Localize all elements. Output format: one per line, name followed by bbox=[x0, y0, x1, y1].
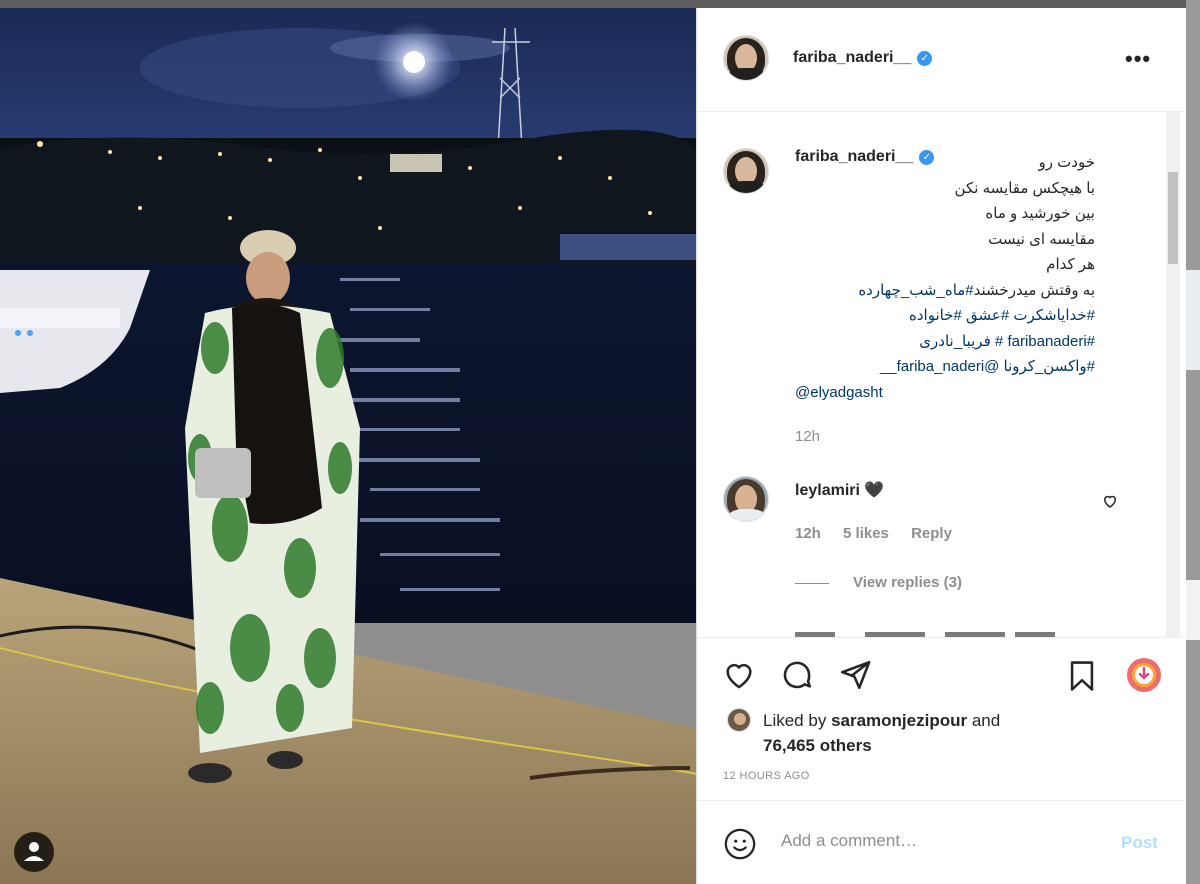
background-panel bbox=[1186, 270, 1200, 370]
post-comment-button[interactable]: Post bbox=[1121, 833, 1158, 853]
comment: leylamiri 🖤 bbox=[795, 480, 884, 500]
caption-author-avatar[interactable] bbox=[723, 148, 769, 194]
paper-plane-icon[interactable] bbox=[837, 658, 873, 692]
caption-line: با هیچکس مقایسه نکن bbox=[954, 179, 1095, 197]
add-comment-bar: Post bbox=[697, 800, 1187, 884]
hashtag-line[interactable]: #واکسن_کرونا @fariba_naderi__ bbox=[795, 354, 1095, 380]
likes-summary: Liked by saramonjezipour and 76,465 othe… bbox=[763, 708, 1083, 758]
instagram-post-window: fariba_naderi__ ✓ ••• fariba_naderi__ ✓ خو… bbox=[0, 0, 1200, 884]
commenter-avatar[interactable] bbox=[723, 476, 769, 522]
hashtag-link[interactable]: #ماه_شب_چهارده bbox=[858, 282, 973, 299]
hashtag-line[interactable]: #faribanaderi # فریبا_نادری bbox=[795, 329, 1095, 355]
caption-line: هر کدام bbox=[1046, 256, 1095, 273]
post-caption: خودت رو با هیچکس مقایسه نکن بین خورشید و… bbox=[795, 150, 1095, 405]
post-header: fariba_naderi__ ✓ ••• bbox=[697, 8, 1187, 112]
post-photo[interactable] bbox=[0, 8, 696, 884]
liker-avatar[interactable] bbox=[727, 708, 751, 732]
comment-icon[interactable] bbox=[779, 658, 815, 692]
mention-line[interactable]: @elyadgasht bbox=[795, 380, 1095, 406]
hashtag-line[interactable]: #خدایاشکرت #عشق #خانواده bbox=[795, 303, 1095, 329]
comment-text: 🖤 bbox=[864, 482, 885, 499]
reply-button[interactable]: Reply bbox=[911, 525, 952, 542]
caption-text: به وقتش میدرخشند bbox=[973, 281, 1095, 299]
caption-line: بین خورشید و ماه bbox=[985, 205, 1095, 222]
comments-scrollbar[interactable] bbox=[1166, 112, 1180, 637]
caption-line: خودت رو bbox=[1038, 154, 1095, 171]
download-extension-icon[interactable] bbox=[1125, 656, 1163, 694]
author-username[interactable]: fariba_naderi__ ✓ bbox=[793, 49, 933, 67]
scrollbar-thumb[interactable] bbox=[1168, 172, 1178, 264]
heart-icon[interactable] bbox=[721, 658, 757, 692]
view-replies-line bbox=[795, 583, 829, 584]
comment-likes[interactable]: 5 likes bbox=[843, 525, 889, 542]
smiley-icon[interactable] bbox=[723, 827, 757, 861]
caption-line: مقایسه ای نیست bbox=[988, 230, 1095, 248]
post-timestamp[interactable]: 12 HOURS AGO bbox=[723, 770, 810, 782]
background-strip-right bbox=[1186, 0, 1200, 884]
author-avatar[interactable] bbox=[723, 35, 769, 81]
comments-scroll-area[interactable]: fariba_naderi__ ✓ خودت رو با هیچکس مقایسه… bbox=[697, 112, 1187, 638]
background-strip bbox=[0, 0, 1200, 8]
tagged-users-button[interactable] bbox=[14, 832, 54, 872]
likes-prefix: Liked by bbox=[763, 711, 827, 730]
view-replies-button[interactable]: View replies (3) bbox=[853, 574, 962, 591]
comment-like-heart-icon[interactable] bbox=[1101, 492, 1119, 510]
comment-meta: 12h 5 likes Reply bbox=[795, 525, 970, 542]
likes-and: and bbox=[971, 711, 1001, 730]
comment-input[interactable] bbox=[781, 831, 1081, 851]
bookmark-icon[interactable] bbox=[1065, 658, 1099, 694]
post-side-panel: fariba_naderi__ ✓ ••• fariba_naderi__ ✓ خو… bbox=[696, 8, 1187, 884]
more-options-icon[interactable]: ••• bbox=[1125, 46, 1151, 72]
action-bar bbox=[697, 638, 1187, 702]
likes-others-button[interactable]: 76,465 others bbox=[763, 736, 872, 755]
author-username-text[interactable]: fariba_naderi__ bbox=[793, 49, 911, 66]
commenter-username[interactable]: leylamiri bbox=[795, 482, 860, 499]
user-icon bbox=[24, 842, 44, 861]
caption-time[interactable]: 12h bbox=[795, 428, 820, 445]
background-panel bbox=[1186, 580, 1200, 640]
photo-illustration bbox=[0, 8, 696, 884]
comment-time[interactable]: 12h bbox=[795, 525, 821, 542]
caption-line-mixed: به وقتش میدرخشند#ماه_شب_چهارده bbox=[795, 278, 1095, 304]
verified-badge-icon: ✓ bbox=[917, 51, 933, 66]
liker-username[interactable]: saramonjezipour bbox=[831, 711, 967, 730]
